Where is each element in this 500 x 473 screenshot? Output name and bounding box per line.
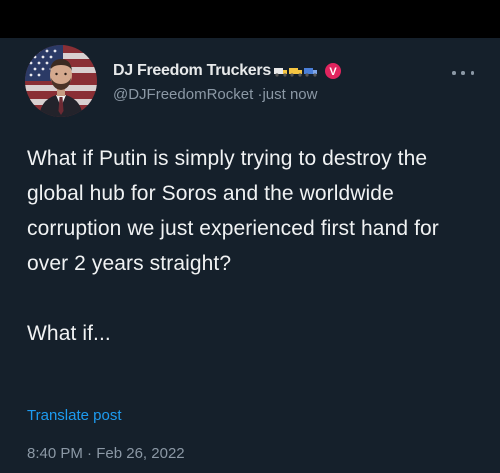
- translate-post-link[interactable]: Translate post: [27, 407, 122, 424]
- v-badge-icon: V: [324, 63, 341, 79]
- tweet-text: What if Putin is simply trying to destro…: [27, 141, 477, 351]
- more-dot-icon: [470, 71, 474, 75]
- avatar[interactable]: [25, 45, 97, 117]
- name-emoji-group: [273, 66, 318, 77]
- handle-row: @DJFreedomRocket ·just now: [113, 86, 317, 103]
- more-options-button[interactable]: [452, 66, 474, 80]
- name-row: DJ Freedom Truckers V: [113, 61, 341, 81]
- relative-time[interactable]: just now: [262, 86, 317, 103]
- truck-icon: [303, 67, 317, 77]
- post-date[interactable]: Feb 26, 2022: [96, 445, 184, 462]
- truck-icon: [288, 67, 302, 77]
- timestamp-separator: ·: [87, 445, 93, 462]
- tweet-paragraph-1: What if Putin is simply trying to destro…: [27, 147, 439, 275]
- more-dot-icon: [452, 71, 456, 75]
- timestamp: 8:40 PM · Feb 26, 2022: [27, 445, 185, 462]
- post-time[interactable]: 8:40 PM: [27, 445, 83, 462]
- tweet-paragraph-2: What if...: [27, 322, 111, 345]
- more-dot-icon: [461, 71, 465, 75]
- top-black-strip: [0, 0, 500, 38]
- display-name[interactable]: DJ Freedom Truckers: [113, 62, 271, 80]
- avatar-image: [25, 45, 97, 117]
- handle[interactable]: @DJFreedomRocket: [113, 86, 253, 103]
- v-badge-letter: V: [329, 66, 337, 78]
- truck-icon: [273, 67, 287, 77]
